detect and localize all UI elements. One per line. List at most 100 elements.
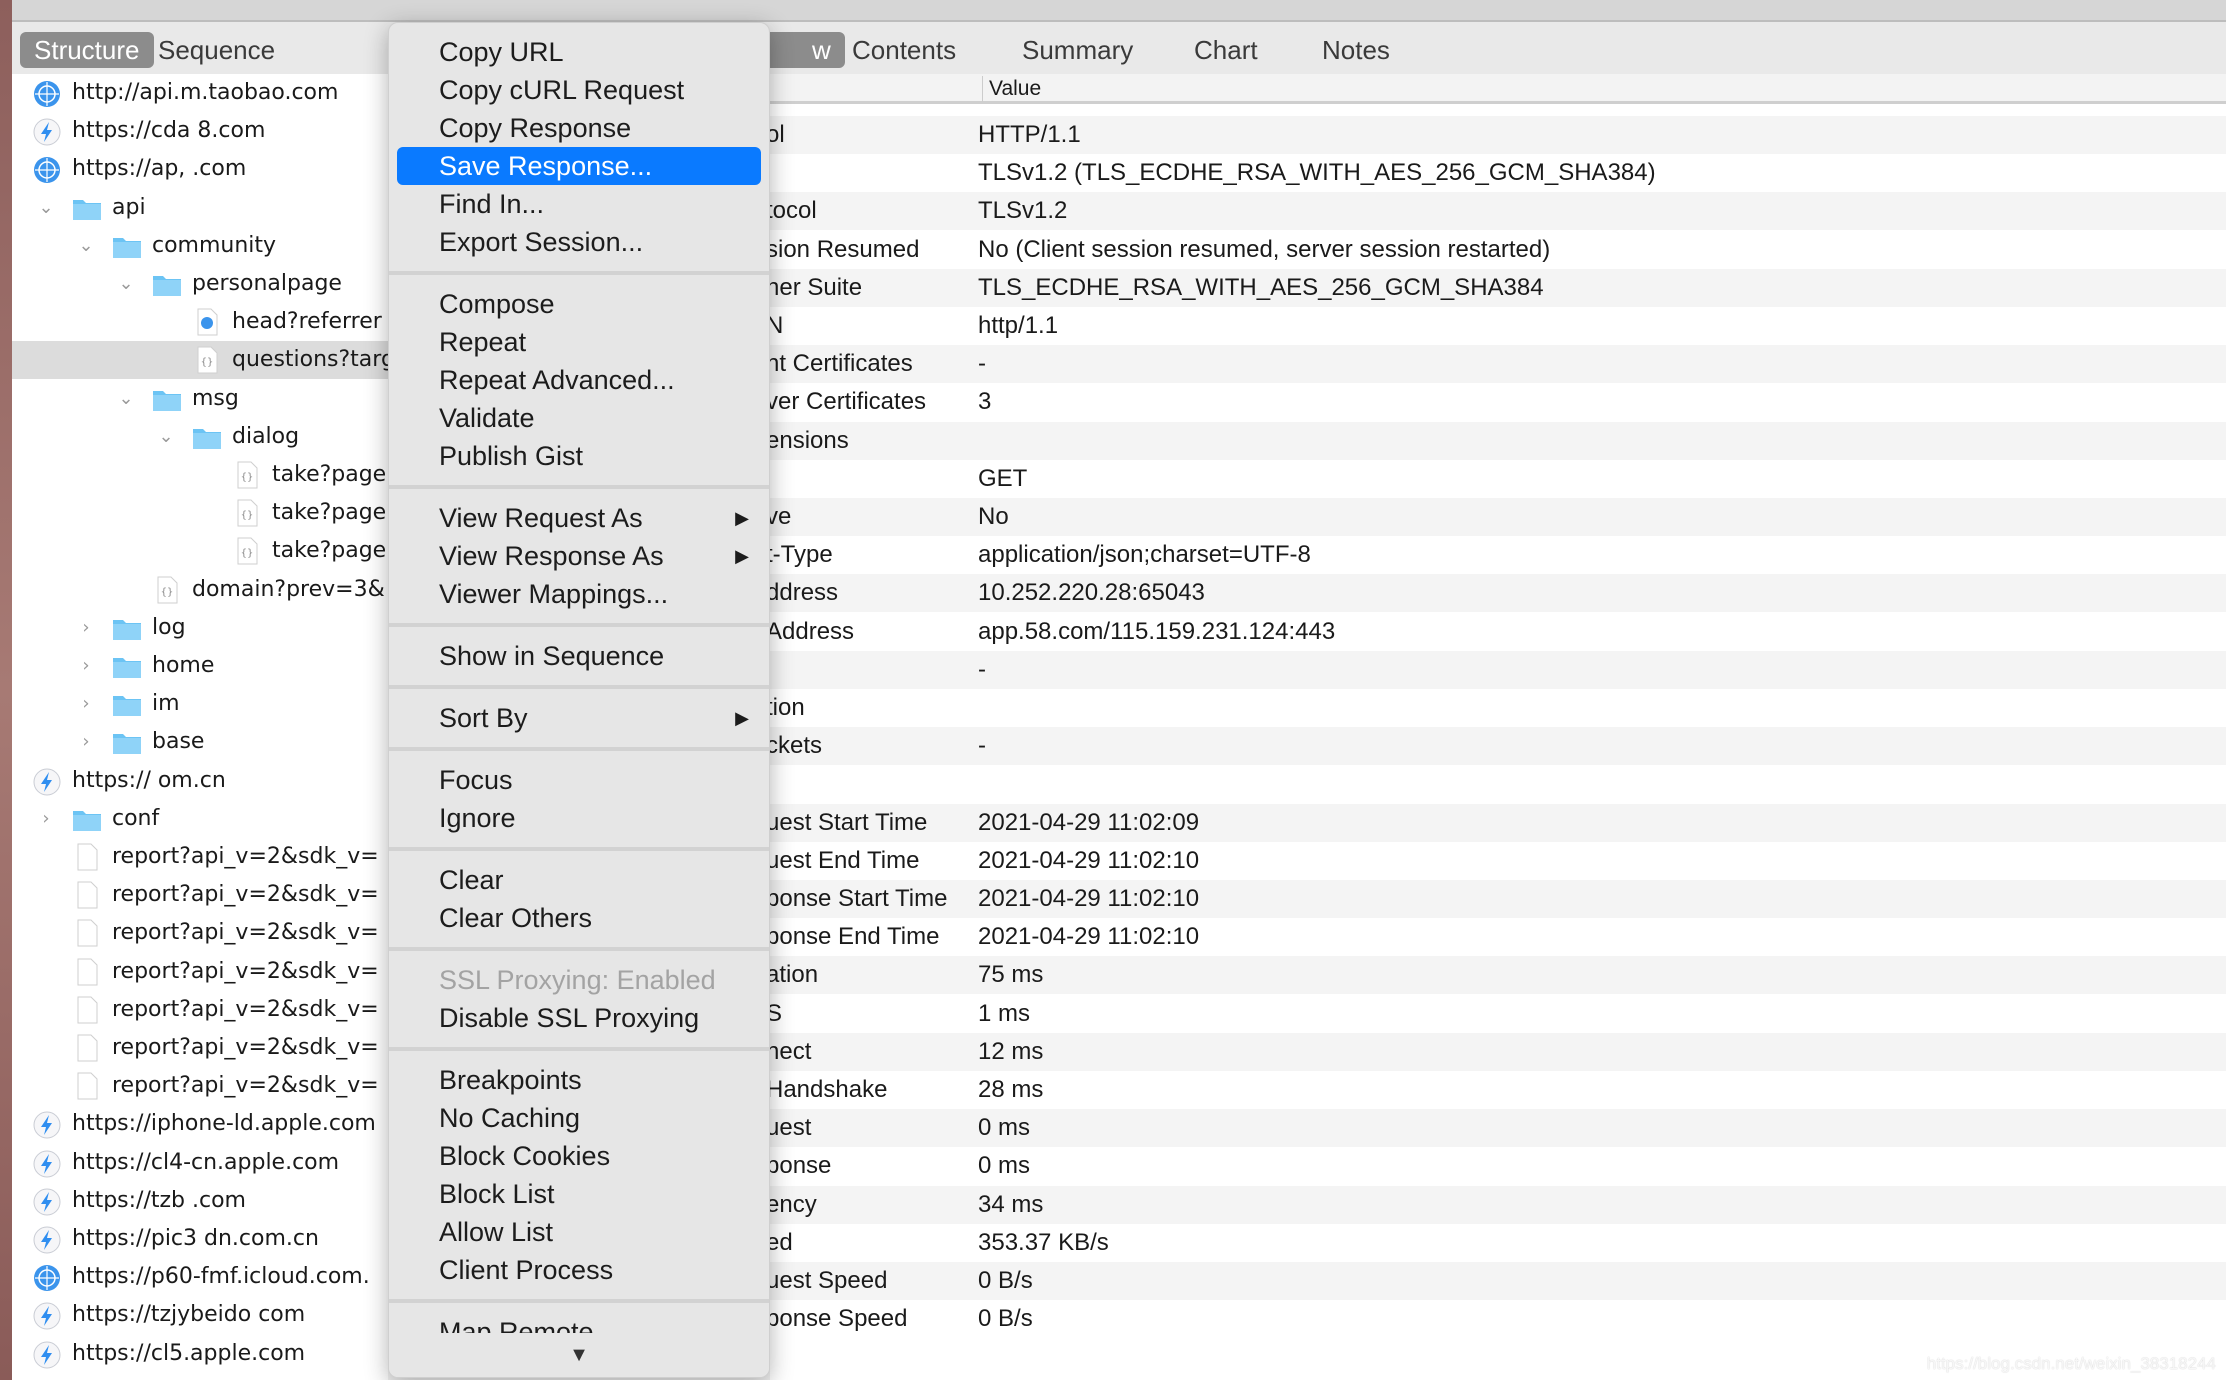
tree-item[interactable]: https://pic3 dn.com.cn	[12, 1220, 388, 1258]
table-row[interactable]: -	[770, 650, 2226, 689]
tree-item[interactable]: {} take?page	[12, 456, 388, 494]
menu-item-clear[interactable]: Clear	[397, 861, 761, 899]
tree-item[interactable]: {} take?page	[12, 494, 388, 532]
tree-item[interactable]: report?api_v=2&sdk_v=	[12, 914, 388, 952]
tree-item[interactable]: ⌄ msg	[12, 380, 388, 418]
table-row[interactable]: ol HTTP/1.1	[770, 116, 2226, 154]
table-row[interactable]: uest Start Time 2021-04-29 11:02:09	[770, 803, 2226, 842]
table-row[interactable]: uest 0 ms	[770, 1109, 2226, 1148]
tab-contents[interactable]: Contents	[838, 32, 970, 68]
menu-item-no-caching[interactable]: No Caching	[397, 1099, 761, 1137]
table-row[interactable]: ponse Start Time 2021-04-29 11:02:10	[770, 880, 2226, 918]
tree-item[interactable]: https://cl4-cn.apple.com	[12, 1144, 388, 1182]
tab-sequence[interactable]: Sequence	[144, 32, 289, 68]
tab-notes[interactable]: Notes	[1308, 32, 1404, 68]
table-row[interactable]: ency 34 ms	[770, 1185, 2226, 1224]
menu-item-export-session[interactable]: Export Session...	[397, 223, 761, 261]
chevron-right-icon[interactable]: ›	[76, 727, 96, 757]
menu-item-allow-list[interactable]: Allow List	[397, 1213, 761, 1251]
menu-item-client-process[interactable]: Client Process	[397, 1251, 761, 1289]
chevron-right-icon[interactable]: ›	[76, 689, 96, 719]
tree-item[interactable]: ⌄ api	[12, 189, 388, 227]
tree-item[interactable]: https:// om.cn	[12, 762, 388, 800]
chevron-down-icon[interactable]: ⌄	[116, 384, 136, 414]
tree-item[interactable]: ⌄ personalpage	[12, 265, 388, 303]
table-row[interactable]: ponse Speed 0 B/s	[770, 1300, 2226, 1338]
menu-item-copy-response[interactable]: Copy Response	[397, 109, 761, 147]
tree-item[interactable]: https://iphone-ld.apple.com	[12, 1105, 388, 1143]
table-row[interactable]: uest Speed 0 B/s	[770, 1262, 2226, 1300]
table-row[interactable]: Nhttp/1.1	[770, 307, 2226, 345]
table-row[interactable]: her Suite TLS_ECDHE_RSA_WITH_AES_256_GCM_…	[770, 268, 2226, 307]
table-row[interactable]: uest End Time 2021-04-29 11:02:10	[770, 842, 2226, 880]
tree-item[interactable]: http://api.m.taobao.com	[12, 74, 388, 112]
tree-item[interactable]: › log	[12, 609, 388, 647]
table-row[interactable]: t-Type application/json;charset=UTF-8	[770, 536, 2226, 574]
table-row[interactable]: S 1 ms	[770, 995, 2226, 1033]
tree-item[interactable]: › im	[12, 685, 388, 723]
chevron-down-icon[interactable]: ⌄	[36, 193, 56, 223]
chevron-down-icon[interactable]: ⌄	[156, 422, 176, 452]
table-row[interactable]: tion	[770, 689, 2226, 727]
table-row[interactable]: TLSv1.2 (TLS_ECDHE_RSA_WITH_AES_256_GCM_…	[770, 154, 2226, 192]
tree-item[interactable]: › conf	[12, 800, 388, 838]
table-row[interactable]: ddress 10.252.220.28:65043	[770, 574, 2226, 613]
tree-item[interactable]: https://cda 8.com	[12, 112, 388, 150]
menu-item-clear-others[interactable]: Clear Others	[397, 899, 761, 937]
menu-item-focus[interactable]: Focus	[397, 761, 761, 799]
table-row[interactable]: ation 75 ms	[770, 956, 2226, 995]
menu-item-compose[interactable]: Compose	[397, 285, 761, 323]
chevron-right-icon[interactable]: ›	[36, 804, 56, 834]
chevron-down-icon[interactable]: ⌄	[12, 154, 16, 184]
menu-item-disable-ssl-proxying[interactable]: Disable SSL Proxying	[397, 999, 761, 1037]
menu-item-sort-by[interactable]: Sort By ▶	[397, 699, 761, 737]
table-row[interactable]: sion Resumed No (Client session resumed, …	[770, 231, 2226, 269]
tree-item[interactable]: {} take?page	[12, 532, 388, 570]
tree-item[interactable]: {} domain?prev=3&	[12, 571, 388, 609]
structure-tree[interactable]: http://api.m.taobao.com https://cda 8.com…	[12, 74, 388, 1380]
tree-item[interactable]: report?api_v=2&sdk_v=	[12, 876, 388, 914]
table-row[interactable]: ckets -	[770, 727, 2226, 766]
table-row[interactable]: ponse 0 ms	[770, 1147, 2226, 1185]
tab-chart[interactable]: Chart	[1180, 32, 1272, 68]
menu-item-save-response[interactable]: Save Response...	[397, 147, 761, 185]
table-row[interactable]: Handshake 28 ms	[770, 1071, 2226, 1109]
table-row[interactable]: ponse End Time 2021-04-29 11:02:10	[770, 918, 2226, 956]
menu-scroll-down-icon[interactable]: ▼	[389, 1333, 769, 1377]
menu-item-show-in-sequence[interactable]: Show in Sequence	[397, 637, 761, 675]
column-header-value[interactable]: Value	[982, 76, 1041, 102]
table-row[interactable]: Address app.58.com/115.159.231.124:443	[770, 613, 2226, 651]
tree-item[interactable]: ⌄ dialog	[12, 418, 388, 456]
menu-item-ignore[interactable]: Ignore	[397, 799, 761, 837]
tree-item[interactable]: report?api_v=2&sdk_v=	[12, 1067, 388, 1105]
tree-item[interactable]: https://tzb .com	[12, 1182, 388, 1220]
menu-item-validate[interactable]: Validate	[397, 399, 761, 437]
menu-item-view-request-as[interactable]: View Request As ▶	[397, 499, 761, 537]
tab-structure[interactable]: Structure	[20, 32, 154, 68]
table-row[interactable]: ver Certificates 3	[770, 383, 2226, 421]
menu-item-block-cookies[interactable]: Block Cookies	[397, 1137, 761, 1175]
tree-item[interactable]: › home	[12, 647, 388, 685]
tree-item[interactable]: report?api_v=2&sdk_v=	[12, 1029, 388, 1067]
chevron-right-icon[interactable]: ›	[76, 613, 96, 643]
tree-item[interactable]: https://p60-fmf.icloud.com.	[12, 1258, 388, 1296]
tree-item[interactable]: head?referrer	[12, 303, 388, 341]
table-row[interactable]: nt Certificates -	[770, 345, 2226, 384]
menu-item-copy-url[interactable]: Copy URL	[397, 33, 761, 71]
tree-item[interactable]: https://cl5.apple.com	[12, 1335, 388, 1373]
tab-summary[interactable]: Summary	[1008, 32, 1147, 68]
table-row[interactable]: ve No	[770, 498, 2226, 536]
table-row[interactable]: tocol TLSv1.2	[770, 192, 2226, 231]
table-row[interactable]: nect 12 ms	[770, 1032, 2226, 1071]
tree-item[interactable]: ⌄ community	[12, 227, 388, 265]
tree-item[interactable]: {} questions?targ	[12, 341, 388, 380]
tree-item[interactable]: report?api_v=2&sdk_v=	[12, 991, 388, 1029]
tree-item[interactable]: › base	[12, 723, 388, 761]
menu-item-block-list[interactable]: Block List	[397, 1175, 761, 1213]
chevron-down-icon[interactable]: ⌄	[116, 269, 136, 299]
table-row[interactable]: GET	[770, 460, 2226, 498]
tree-item[interactable]: report?api_v=2&sdk_v=	[12, 953, 388, 991]
chevron-down-icon[interactable]: ⌄	[76, 231, 96, 261]
menu-item-breakpoints[interactable]: Breakpoints	[397, 1061, 761, 1099]
tree-item[interactable]: ⌄ https://ap, .com	[12, 150, 388, 188]
